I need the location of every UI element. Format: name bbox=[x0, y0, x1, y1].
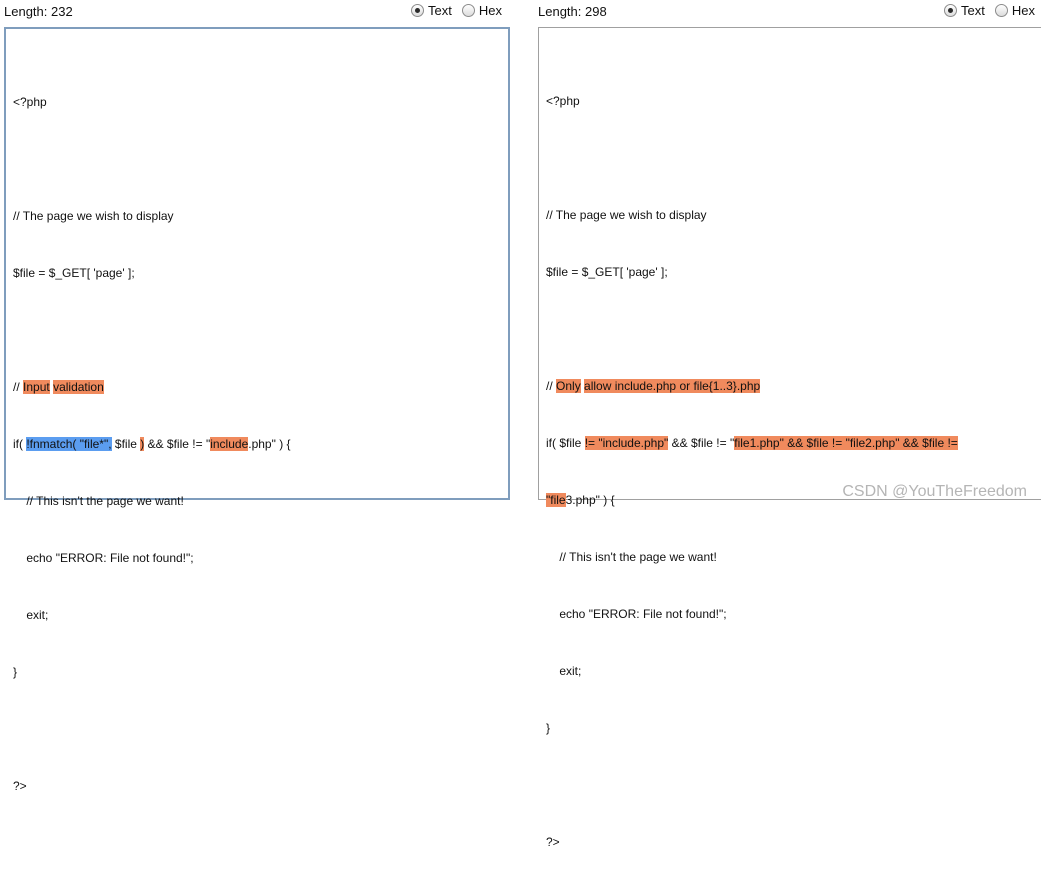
diff-highlight: != "include.php" bbox=[585, 436, 669, 450]
code-line: if( !fnmatch( "file*", $file ) && $file … bbox=[13, 435, 291, 454]
code-line: <?php bbox=[13, 93, 291, 112]
code-line: // Only allow include.php or file{1..3}.… bbox=[546, 377, 958, 396]
code-line: ?> bbox=[13, 777, 291, 796]
code-block: <?php // The page we wish to display $fi… bbox=[13, 55, 291, 834]
code-line: $file = $_GET[ 'page' ]; bbox=[546, 263, 958, 282]
code-text: && $file != " bbox=[144, 437, 210, 451]
diff-highlight: validation bbox=[53, 380, 104, 394]
code-line: exit; bbox=[546, 662, 958, 681]
diff-highlight: Only bbox=[556, 379, 581, 393]
diff-highlight: include bbox=[210, 437, 248, 451]
right-text-editor[interactable]: <?php // The page we wish to display $fi… bbox=[538, 27, 1041, 500]
hex-radio-label[interactable]: Hex bbox=[1012, 3, 1035, 18]
text-radio[interactable] bbox=[411, 4, 424, 17]
hex-radio[interactable] bbox=[462, 4, 475, 17]
right-pane: Length: 298 Text Hex <?php // The page w… bbox=[534, 0, 1041, 507]
code-block: <?php // The page we wish to display $fi… bbox=[546, 54, 958, 890]
code-line: } bbox=[13, 663, 291, 682]
hex-radio-label[interactable]: Hex bbox=[479, 3, 502, 18]
code-text: if( bbox=[13, 437, 26, 451]
code-line: // The page we wish to display bbox=[13, 207, 291, 226]
code-line: if( $file != "include.php" && $file != "… bbox=[546, 434, 958, 453]
left-toolbar: Length: 232 Text Hex bbox=[0, 0, 512, 24]
code-line: // The page we wish to display bbox=[546, 206, 958, 225]
diff-highlight: allow include.php or file{1..3}.php bbox=[584, 379, 760, 393]
code-text: && $file != " bbox=[668, 436, 734, 450]
code-line bbox=[13, 321, 291, 340]
left-pane: Length: 232 Text Hex <?php // The page w… bbox=[0, 0, 512, 507]
code-text: if( $file bbox=[546, 436, 585, 450]
code-line: $file = $_GET[ 'page' ]; bbox=[13, 264, 291, 283]
code-line: <?php bbox=[546, 92, 958, 111]
length-label: Length: 298 bbox=[538, 4, 607, 19]
code-text: 3.php" ) { bbox=[566, 493, 615, 507]
code-text: // bbox=[546, 379, 556, 393]
diff-highlight: "file bbox=[546, 493, 566, 507]
code-line: ?> bbox=[546, 833, 958, 852]
code-line bbox=[13, 720, 291, 739]
text-radio-label[interactable]: Text bbox=[961, 3, 985, 18]
hex-radio[interactable] bbox=[995, 4, 1008, 17]
diff-highlight: file1.php" && $file != "file2.php" && $f… bbox=[734, 436, 958, 450]
code-line: } bbox=[546, 719, 958, 738]
view-mode-group: Text Hex bbox=[411, 3, 508, 18]
code-line bbox=[546, 776, 958, 795]
code-line: echo "ERROR: File not found!"; bbox=[13, 549, 291, 568]
code-line: // This isn't the page we want! bbox=[546, 548, 958, 567]
code-line bbox=[546, 149, 958, 168]
code-text: $file bbox=[112, 437, 141, 451]
view-mode-group: Text Hex bbox=[944, 3, 1041, 18]
right-toolbar: Length: 298 Text Hex bbox=[534, 0, 1041, 24]
code-line bbox=[13, 150, 291, 169]
code-line bbox=[546, 320, 958, 339]
diff-highlight: Input bbox=[23, 380, 50, 394]
code-line: // This isn't the page we want! bbox=[13, 492, 291, 511]
text-radio-label[interactable]: Text bbox=[428, 3, 452, 18]
code-line: // Input validation bbox=[13, 378, 291, 397]
watermark-text: CSDN @YouTheFreedom bbox=[842, 483, 1027, 501]
code-line: echo "ERROR: File not found!"; bbox=[546, 605, 958, 624]
code-line: exit; bbox=[13, 606, 291, 625]
code-text: .php" ) { bbox=[248, 437, 290, 451]
left-text-editor[interactable]: <?php // The page we wish to display $fi… bbox=[4, 27, 510, 500]
code-text: // bbox=[13, 380, 23, 394]
length-label: Length: 232 bbox=[4, 4, 73, 19]
text-radio[interactable] bbox=[944, 4, 957, 17]
selection-highlight: !fnmatch( "file*", bbox=[26, 437, 111, 451]
